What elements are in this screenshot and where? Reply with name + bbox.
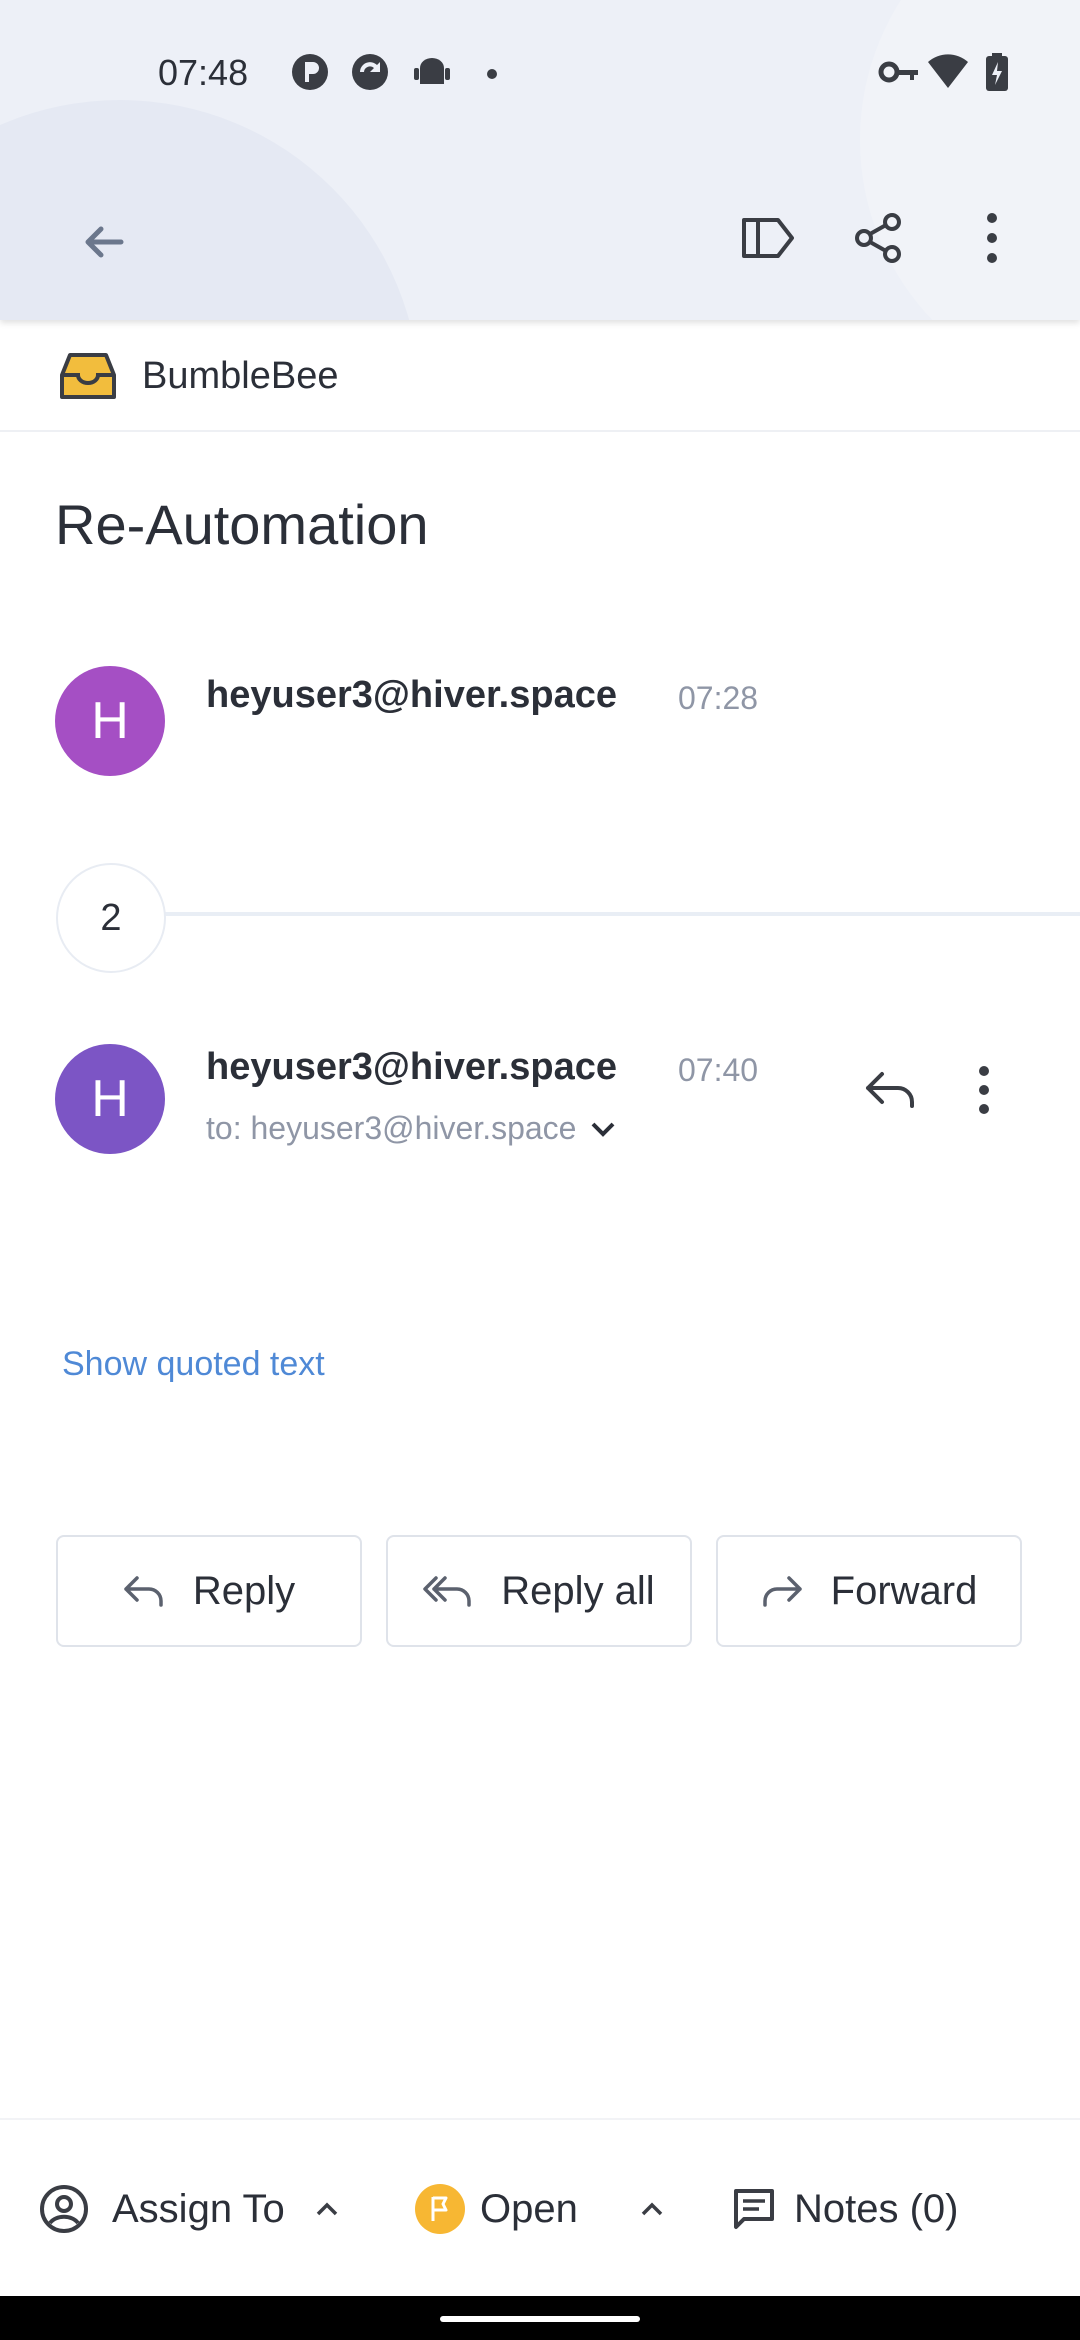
status-button[interactable]: Open — [414, 2120, 664, 2298]
status-label: Open — [480, 2186, 578, 2231]
label-icon — [742, 218, 794, 258]
app-header: 07:48 — [0, 0, 1080, 320]
user-circle-icon — [40, 2185, 88, 2233]
inbox-name: BumbleBee — [142, 354, 339, 397]
message-time: 07:28 — [678, 680, 759, 716]
reply-all-button[interactable]: Reply all — [386, 1535, 692, 1647]
home-gesture-handle[interactable] — [440, 2316, 640, 2322]
flag-icon — [415, 2184, 465, 2234]
inbox-row: BumbleBee — [0, 322, 1080, 432]
message-time: 07:40 — [678, 1052, 759, 1088]
reply-label: Reply — [192, 1568, 296, 1613]
email-subject: Re-Automation — [55, 493, 429, 556]
wifi-icon — [928, 54, 968, 88]
thread-divider — [162, 912, 1080, 916]
android-icon — [414, 58, 450, 84]
more-vert-icon — [979, 1066, 989, 1114]
avatar-letter: H — [91, 692, 129, 750]
reply-button[interactable]: Reply — [56, 1535, 362, 1647]
inbox-tray-icon — [60, 353, 116, 399]
status-time: 07:48 — [158, 52, 249, 93]
notes-label: Notes (0) — [794, 2186, 959, 2231]
forward-label: Forward — [830, 1568, 978, 1613]
sender-avatar[interactable]: H — [55, 1044, 165, 1154]
back-arrow-icon — [85, 226, 124, 258]
reply-all-label: Reply all — [501, 1568, 655, 1613]
notes-icon — [734, 2189, 774, 2229]
share-icon — [855, 213, 901, 263]
reply-icon-button[interactable] — [850, 1050, 930, 1130]
bottom-action-bar: Assign To Open Notes (0) — [0, 2118, 1080, 2298]
show-quoted-text-link[interactable]: Show quoted text — [62, 1345, 325, 1384]
recipients-line[interactable]: to: heyuser3@hiver.space — [206, 1110, 616, 1147]
message-more-button[interactable] — [952, 1050, 1016, 1130]
assign-to-button[interactable]: Assign To — [38, 2120, 339, 2298]
more-vert-icon — [987, 213, 997, 263]
more-options-button[interactable] — [950, 196, 1034, 280]
assign-to-label: Assign To — [112, 2186, 285, 2231]
forward-icon — [762, 1576, 802, 1607]
chevron-down-icon[interactable] — [590, 1120, 616, 1138]
chevron-up-icon — [316, 2202, 337, 2216]
back-button[interactable] — [62, 200, 146, 284]
label-button[interactable] — [726, 196, 810, 280]
notes-button[interactable]: Notes (0) — [732, 2120, 959, 2298]
p-icon — [292, 54, 328, 90]
key-icon — [878, 61, 918, 83]
battery-charging-icon — [986, 53, 1008, 91]
collapsed-messages-count[interactable]: 2 — [56, 863, 166, 973]
reply-icon — [124, 1576, 163, 1607]
dot-icon — [487, 69, 497, 79]
sync-icon — [352, 54, 388, 90]
forward-button[interactable]: Forward — [716, 1535, 1022, 1647]
share-button[interactable] — [836, 196, 920, 280]
reply-icon — [866, 1072, 914, 1108]
avatar-letter: H — [91, 1070, 129, 1128]
recipients-text: to: heyuser3@hiver.space — [206, 1110, 577, 1146]
sender-email[interactable]: heyuser3@hiver.space — [206, 674, 617, 717]
sender-email[interactable]: heyuser3@hiver.space — [206, 1046, 617, 1089]
sender-avatar[interactable]: H — [55, 666, 165, 776]
chevron-up-icon — [641, 2202, 663, 2216]
reply-all-icon — [423, 1576, 472, 1607]
